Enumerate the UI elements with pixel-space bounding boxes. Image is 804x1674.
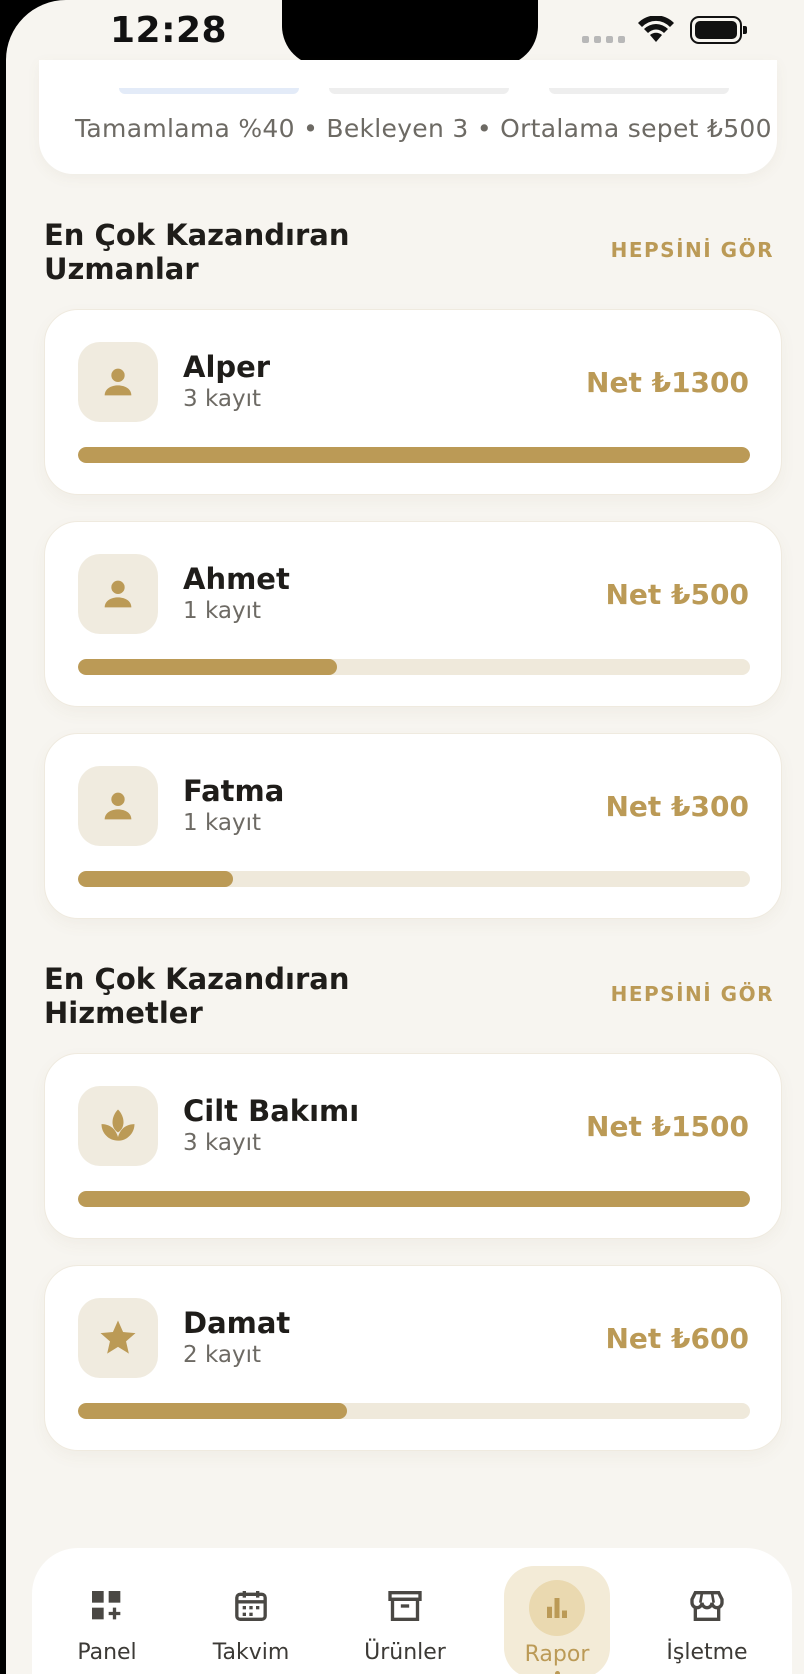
service-name: Damat	[183, 1306, 291, 1340]
expert-progress-fill	[78, 447, 750, 463]
nav-label: Rapor	[524, 1642, 590, 1667]
person-icon	[78, 342, 158, 422]
nav-item-rapor[interactable]: Rapor	[504, 1566, 610, 1674]
expert-record-count: 1 kayıt	[183, 598, 261, 624]
star-icon	[78, 1298, 158, 1378]
store-icon	[687, 1566, 727, 1630]
nav-item-panel[interactable]: Panel	[54, 1566, 160, 1674]
expert-card[interactable]: Fatma 1 kayıt Net ₺300	[44, 733, 782, 919]
nav-item-takvim[interactable]: Takvim	[198, 1566, 304, 1674]
expert-card[interactable]: Ahmet 1 kayıt Net ₺500	[44, 521, 782, 707]
nav-label: İşletme	[666, 1640, 748, 1665]
spa-icon	[78, 1086, 158, 1166]
bottom-navigation: Panel Takvim Ürünler Rapor İşletme	[32, 1548, 792, 1674]
service-progress-track	[78, 1191, 750, 1207]
dashboard-icon	[87, 1566, 127, 1630]
wifi-icon	[638, 16, 674, 42]
service-card[interactable]: Damat 2 kayıt Net ₺600	[44, 1265, 782, 1451]
experts-section-title: En Çok Kazandıran Uzmanlar	[44, 218, 350, 286]
stats-chip-row	[79, 88, 739, 94]
expert-name: Ahmet	[183, 562, 290, 596]
experts-see-all-link[interactable]: HEPSİNİ GÖR	[611, 238, 774, 262]
service-progress-fill	[78, 1191, 750, 1207]
expert-record-count: 1 kayıt	[183, 810, 261, 836]
expert-net-amount: Net ₺500	[605, 578, 750, 611]
nav-label: Ürünler	[364, 1640, 446, 1665]
cellular-signal-icon	[582, 36, 625, 43]
expert-progress-fill	[78, 871, 233, 887]
expert-progress-track	[78, 447, 750, 463]
expert-card[interactable]: Alper 3 kayıt Net ₺1300	[44, 309, 782, 495]
stats-summary-card: Tamamlama %40 • Bekleyen 3 • Ortalama se…	[39, 60, 777, 174]
person-icon	[78, 554, 158, 634]
calendar-icon	[231, 1566, 271, 1630]
service-card[interactable]: Cilt Bakımı 3 kayıt Net ₺1500	[44, 1053, 782, 1239]
expert-record-count: 3 kayıt	[183, 386, 261, 412]
services-section-title: En Çok Kazandıran Hizmetler	[44, 962, 350, 1030]
service-progress-fill	[78, 1403, 347, 1419]
service-name: Cilt Bakımı	[183, 1094, 360, 1128]
dynamic-island	[282, 0, 538, 66]
archive-icon	[385, 1566, 425, 1630]
service-progress-track	[78, 1403, 750, 1419]
nav-item-i̇şletme[interactable]: İşletme	[654, 1566, 760, 1674]
status-time: 12:28	[110, 10, 228, 51]
expert-progress-fill	[78, 659, 337, 675]
service-net-amount: Net ₺1500	[586, 1110, 749, 1143]
person-icon	[78, 766, 158, 846]
service-net-amount: Net ₺600	[605, 1322, 750, 1355]
expert-net-amount: Net ₺1300	[586, 366, 749, 399]
nav-label: Panel	[77, 1640, 137, 1665]
stats-summary-text: Tamamlama %40 • Bekleyen 3 • Ortalama se…	[75, 114, 772, 143]
nav-item-ürünler[interactable]: Ürünler	[352, 1566, 458, 1674]
expert-progress-track	[78, 659, 750, 675]
nav-label: Takvim	[212, 1640, 290, 1665]
service-record-count: 2 kayıt	[183, 1342, 261, 1368]
expert-name: Alper	[183, 350, 271, 384]
expert-progress-track	[78, 871, 750, 887]
services-see-all-link[interactable]: HEPSİNİ GÖR	[611, 982, 774, 1006]
expert-name: Fatma	[183, 774, 285, 808]
battery-icon	[690, 16, 747, 44]
expert-net-amount: Net ₺300	[605, 790, 750, 823]
service-record-count: 3 kayıt	[183, 1130, 261, 1156]
app-screen: 12:28 Tamamlama %40 • Bekleyen 3 • Ortal…	[6, 0, 804, 1674]
bar-chart-icon	[529, 1580, 585, 1636]
